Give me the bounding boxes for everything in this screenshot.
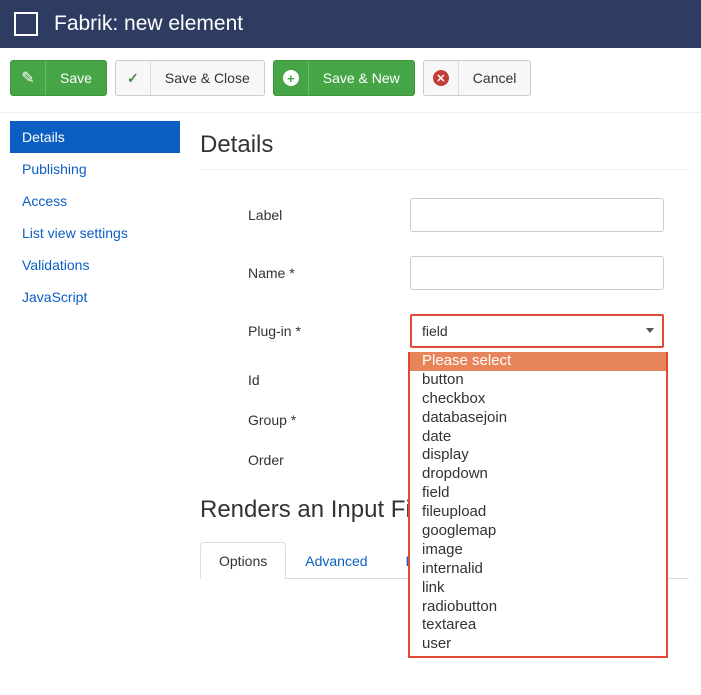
plugin-dropdown: Please select button checkbox databasejo…: [408, 352, 668, 658]
option-textarea[interactable]: textarea: [410, 616, 666, 635]
app-icon: [14, 12, 38, 36]
option-date[interactable]: date: [410, 428, 666, 447]
option-button[interactable]: button: [410, 371, 666, 390]
toolbar: Save Save & Close Save & New Cancel: [0, 48, 701, 113]
save-new-button[interactable]: Save & New: [273, 60, 415, 96]
plugin-select[interactable]: field: [410, 314, 664, 348]
sidebar-item-list-view[interactable]: List view settings: [10, 217, 180, 249]
name-input[interactable]: [410, 256, 664, 290]
label-id: Id: [200, 372, 410, 388]
option-fileupload[interactable]: fileupload: [410, 503, 666, 522]
tab-options[interactable]: Options: [200, 542, 286, 579]
pencil-icon: [21, 68, 34, 88]
row-plugin: Plug-in * field Please select button che…: [200, 314, 689, 348]
label-order: Order: [200, 452, 410, 468]
sidebar-item-javascript[interactable]: JavaScript: [10, 281, 180, 313]
tab-advanced[interactable]: Advanced: [286, 542, 386, 579]
page-title: Fabrik: new element: [54, 12, 243, 36]
sidebar-item-access[interactable]: Access: [10, 185, 180, 217]
option-databasejoin[interactable]: databasejoin: [410, 409, 666, 428]
label-group: Group *: [200, 412, 410, 428]
label-plugin: Plug-in *: [200, 323, 410, 339]
option-field[interactable]: field: [410, 484, 666, 503]
sidebar-item-details[interactable]: Details: [10, 121, 180, 153]
sidebar-item-publishing[interactable]: Publishing: [10, 153, 180, 185]
check-icon: [127, 70, 139, 87]
plus-circle-icon: [283, 70, 299, 86]
sidebar: Details Publishing Access List view sett…: [0, 113, 180, 579]
main-panel: Details Label Name * Plug-in * field Ple…: [180, 113, 701, 579]
option-radiobutton[interactable]: radiobutton: [410, 598, 666, 617]
row-label: Label: [200, 198, 689, 232]
save-button[interactable]: Save: [10, 60, 107, 96]
save-close-button[interactable]: Save & Close: [115, 60, 265, 96]
option-dropdown[interactable]: dropdown: [410, 465, 666, 484]
app-header: Fabrik: new element: [0, 0, 701, 48]
option-link[interactable]: link: [410, 579, 666, 598]
option-display[interactable]: display: [410, 446, 666, 465]
option-user[interactable]: user: [410, 635, 666, 654]
row-name: Name *: [200, 256, 689, 290]
chevron-down-icon: [646, 328, 654, 333]
option-image[interactable]: image: [410, 541, 666, 560]
cancel-button[interactable]: Cancel: [423, 60, 532, 96]
option-checkbox[interactable]: checkbox: [410, 390, 666, 409]
content-area: Details Publishing Access List view sett…: [0, 113, 701, 579]
sidebar-item-validations[interactable]: Validations: [10, 249, 180, 281]
plugin-select-wrapper: field Please select button checkbox data…: [410, 314, 664, 348]
label-label: Label: [200, 207, 410, 223]
option-internalid[interactable]: internalid: [410, 560, 666, 579]
cancel-icon: [433, 70, 449, 86]
details-heading: Details: [200, 131, 689, 170]
option-googlemap[interactable]: googlemap: [410, 522, 666, 541]
plugin-value: field: [422, 323, 448, 339]
label-name: Name *: [200, 265, 410, 281]
label-input[interactable]: [410, 198, 664, 232]
option-please-select[interactable]: Please select: [410, 352, 666, 371]
